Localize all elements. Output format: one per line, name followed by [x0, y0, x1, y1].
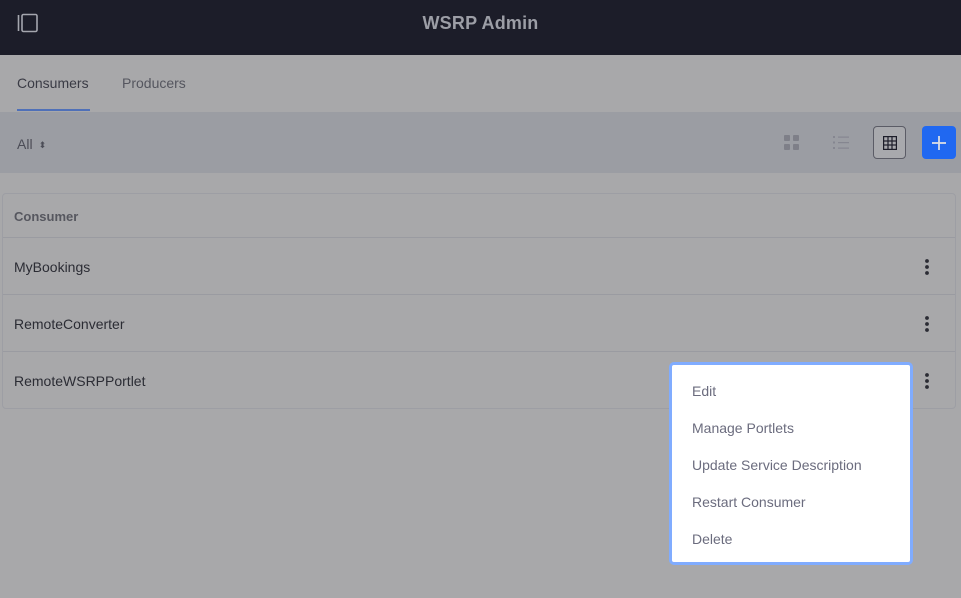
- table-row[interactable]: MyBookings: [3, 238, 955, 295]
- consumer-name[interactable]: RemoteWSRPPortlet: [14, 373, 145, 389]
- row-actions-kebab-icon[interactable]: [919, 370, 935, 392]
- management-toolbar: All ⬍: [0, 112, 961, 173]
- menu-item-restart-consumer[interactable]: Restart Consumer: [692, 494, 806, 510]
- row-actions-kebab-icon[interactable]: [919, 313, 935, 335]
- plus-icon: [932, 136, 946, 150]
- top-navigation-bar: WSRP Admin: [0, 0, 961, 55]
- filter-dropdown[interactable]: All ⬍: [17, 136, 46, 152]
- menu-item-update-service-description[interactable]: Update Service Description: [692, 457, 862, 473]
- menu-item-delete[interactable]: Delete: [692, 531, 732, 547]
- consumer-name[interactable]: MyBookings: [14, 259, 90, 275]
- list-icon: [833, 136, 849, 149]
- filter-caret-icon: ⬍: [38, 140, 47, 150]
- tab-producers[interactable]: Producers: [122, 75, 186, 91]
- active-tab-indicator: [17, 109, 90, 111]
- filter-label: All: [17, 136, 33, 152]
- row-actions-dropdown-menu: Edit Manage Portlets Update Service Desc…: [669, 362, 913, 565]
- table-icon: [883, 136, 897, 150]
- consumer-name[interactable]: RemoteConverter: [14, 316, 125, 332]
- tab-consumers[interactable]: Consumers: [17, 75, 89, 91]
- table-header: Consumer: [3, 194, 955, 238]
- tab-bar: Consumers Producers: [0, 55, 961, 112]
- table-row[interactable]: RemoteConverter: [3, 295, 955, 352]
- cards-icon: [784, 135, 799, 150]
- list-view-button[interactable]: [824, 126, 857, 159]
- app-title: WSRP Admin: [422, 13, 539, 33]
- table-view-button[interactable]: [873, 126, 906, 159]
- column-header-consumer: Consumer: [14, 209, 79, 224]
- add-consumer-button[interactable]: [922, 126, 956, 159]
- cards-view-button[interactable]: [775, 126, 808, 159]
- row-actions-kebab-icon[interactable]: [919, 256, 935, 278]
- menu-item-manage-portlets[interactable]: Manage Portlets: [692, 420, 794, 436]
- menu-item-edit[interactable]: Edit: [692, 383, 716, 399]
